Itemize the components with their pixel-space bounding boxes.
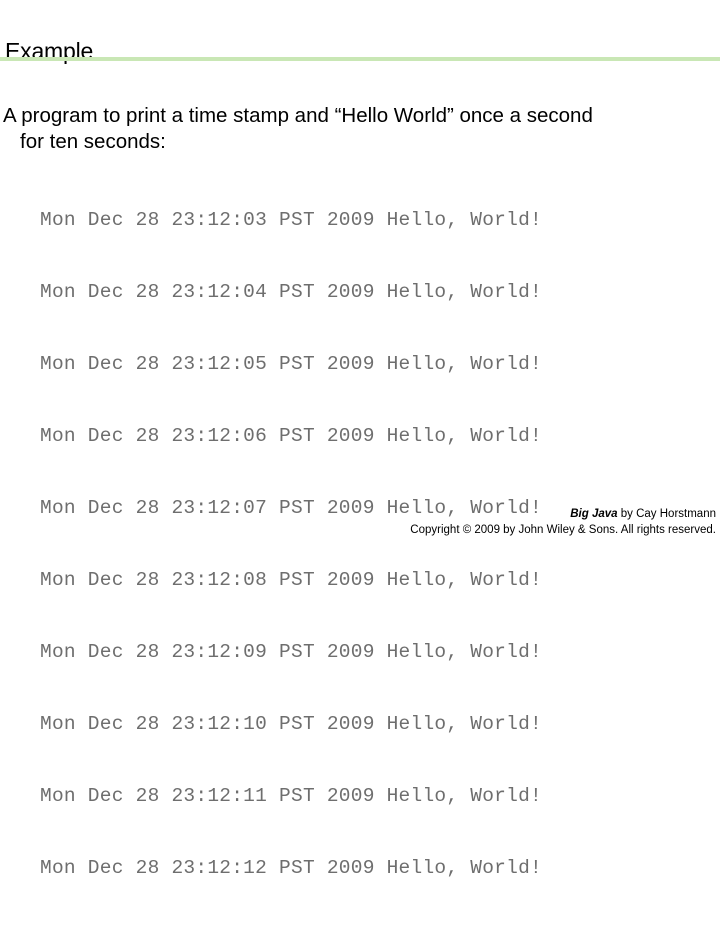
console-output-line: Mon Dec 28 23:12:04 PST 2009 Hello, Worl… xyxy=(40,281,542,303)
slide-footer: Big Java by Cay Horstmann Copyright © 20… xyxy=(216,506,716,538)
footer-copyright: Copyright © 2009 by John Wiley & Sons. A… xyxy=(410,524,716,536)
console-output-line: Mon Dec 28 23:12:10 PST 2009 Hello, Worl… xyxy=(40,713,542,735)
console-output-block: Mon Dec 28 23:12:03 PST 2009 Hello, Worl… xyxy=(40,160,542,928)
body-paragraph-line-2: for ten seconds: xyxy=(20,129,166,153)
title-divider-rule xyxy=(0,57,720,61)
body-paragraph: A program to print a time stamp and “Hel… xyxy=(3,103,717,155)
console-output-line: Mon Dec 28 23:12:03 PST 2009 Hello, Worl… xyxy=(40,209,542,231)
footer-author: by Cay Horstmann xyxy=(617,508,716,520)
console-output-line: Mon Dec 28 23:12:09 PST 2009 Hello, Worl… xyxy=(40,641,542,663)
page-title: Example xyxy=(5,38,94,65)
console-output-line: Mon Dec 28 23:12:12 PST 2009 Hello, Worl… xyxy=(40,857,542,879)
console-output-line: Mon Dec 28 23:12:08 PST 2009 Hello, Worl… xyxy=(40,569,542,591)
body-paragraph-line-1: A program to print a time stamp and “Hel… xyxy=(3,103,593,127)
console-output-line: Mon Dec 28 23:12:11 PST 2009 Hello, Worl… xyxy=(40,785,542,807)
footer-attribution: Big Java by Cay Horstmann xyxy=(216,506,716,522)
console-output-line: Mon Dec 28 23:12:06 PST 2009 Hello, Worl… xyxy=(40,425,542,447)
slide-canvas: Example A program to print a time stamp … xyxy=(0,0,720,879)
footer-book-title: Big Java xyxy=(570,508,618,520)
console-output-line: Mon Dec 28 23:12:05 PST 2009 Hello, Worl… xyxy=(40,353,542,375)
